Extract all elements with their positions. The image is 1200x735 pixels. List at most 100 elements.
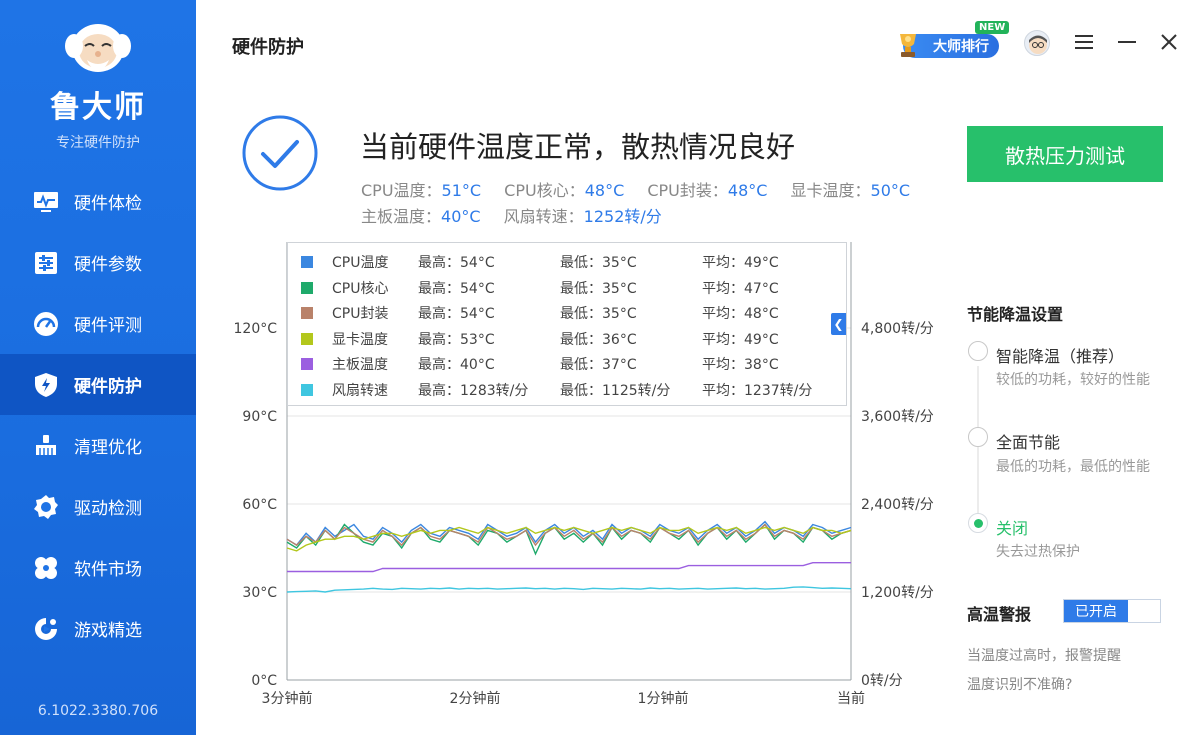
close-button[interactable] [1157,30,1181,54]
minimize-icon [1118,41,1136,43]
option-label-full-power-saving[interactable]: 全面节能 [996,429,1060,453]
legend-avg: 平均：49°C [702,255,779,271]
legend-max: 最高：54°C [418,255,495,271]
legend-row-fan-speed: 风扇转速 最高：1283转/分 最低：1125转/分 平均：1237转/分 [288,380,848,400]
radio-off[interactable] [968,513,988,533]
menu-button[interactable] [1072,30,1096,54]
sidebar-item-label: 硬件评测 [74,316,142,336]
reading-label: CPU温度： [361,181,442,200]
x-tick-label: 当前 [837,690,865,707]
sidebar-item-hardware-benchmark[interactable]: 硬件评测 [0,293,196,354]
master-lu-logo-icon [65,24,131,72]
reading-value: 48°C [584,181,625,200]
parameters-icon [32,249,60,277]
legend-max: 最高：1283转/分 [418,383,529,399]
temperature-inaccurate-link[interactable]: 温度识别不准确? [967,674,1072,694]
sidebar: 鲁大师 专注硬件防护 硬件体检 硬件参数 硬件评测 硬件防护 清理优化 驱动检测… [0,0,196,735]
gamepad-icon [32,615,60,643]
master-ranking-button[interactable]: 大师排行 NEW [893,21,1010,60]
legend-min: 最低：35°C [560,306,637,322]
sidebar-item-label: 驱动检测 [74,499,142,519]
y-right-tick-label: 0转/分 [861,673,903,689]
app-name: 鲁大师 [50,90,146,125]
sidebar-item-label: 游戏精选 [74,621,142,641]
high-temp-alarm-title: 高温警报 [967,605,1032,624]
legend-min: 最低：37°C [560,357,637,373]
legend-avg: 平均：38°C [702,357,779,373]
legend-max: 最高：54°C [418,281,495,297]
sidebar-item-label: 软件市场 [74,560,142,580]
legend-row-gpu-temp: 显卡温度 最高：53°C 最低：36°C 平均：49°C [288,329,848,349]
legend-avg: 平均：48°C [702,306,779,322]
legend-max: 最高：54°C [418,306,495,322]
legend-name: CPU封装 [332,306,389,322]
legend-row-cpu-package: CPU封装 最高：54°C 最低：35°C 平均：48°C [288,303,848,323]
y-right-tick-label: 1,200转/分 [861,585,934,601]
page-title: 硬件防护 [232,37,304,58]
toggle-on-label: 已开启 [1064,600,1128,622]
reading-cpu-core: CPU核心：48°C [504,181,624,200]
temperature-readings-row-2: 主板温度：40°C 风扇转速：1252转/分 [361,203,680,227]
broom-icon [32,432,60,460]
legend-name: CPU温度 [332,255,389,271]
option-label-off[interactable]: 关闭 [996,515,1028,539]
sidebar-item-driver-check[interactable]: 驱动检测 [0,476,196,537]
option-desc-smart-cooling: 较低的功耗，较好的性能 [996,372,1150,388]
legend-max: 最高：40°C [418,357,495,373]
legend-name: 风扇转速 [332,383,388,399]
high-temp-alarm-toggle[interactable]: 已开启 [1063,599,1161,623]
clover-icon [32,554,60,582]
minimize-button[interactable] [1115,30,1139,54]
legend-min: 最低：36°C [560,332,637,348]
sidebar-item-hardware-protection[interactable]: 硬件防护 [0,354,196,415]
legend-min: 最低：1125转/分 [560,383,671,399]
reading-label: 主板温度： [361,207,442,226]
app-window: 鲁大师 专注硬件防护 硬件体检 硬件参数 硬件评测 硬件防护 清理优化 驱动检测… [0,0,1200,735]
legend-name: 显卡温度 [332,332,388,348]
status-ok-icon [242,115,318,191]
reading-gpu-temp: 显卡温度：50°C [791,181,911,200]
option-desc-full-power-saving: 最低的功耗，最低的性能 [996,459,1150,475]
reading-board-temp: 主板温度：40°C [361,207,481,226]
radio-full-power-saving[interactable] [968,427,988,447]
user-avatar[interactable] [1024,30,1050,56]
reading-value: 51°C [441,181,482,200]
legend-swatch [301,256,313,268]
sidebar-item-games[interactable]: 游戏精选 [0,598,196,659]
legend-swatch [301,384,313,396]
app-subtitle: 专注硬件防护 [56,135,140,151]
sidebar-item-label: 硬件体检 [74,194,142,214]
x-tick-label: 1分钟前 [638,690,689,707]
y-left-tick-label: 0°C [251,673,277,689]
sidebar-item-label: 清理优化 [74,438,142,458]
status-headline: 当前硬件温度正常，散热情况良好 [360,130,796,164]
sidebar-item-hardware-params[interactable]: 硬件参数 [0,232,196,293]
legend-avg: 平均：49°C [702,332,779,348]
legend-avg: 平均：1237转/分 [702,383,813,399]
series-line [286,523,852,556]
legend-swatch [301,282,313,294]
y-left-tick-label: 30°C [242,585,277,601]
x-tick-label: 3分钟前 [262,690,313,707]
stress-test-button[interactable]: 散热压力测试 [967,126,1163,182]
reading-label: CPU封装： [647,181,728,200]
y-right-tick-label: 4,800转/分 [861,321,934,337]
legend-row-cpu-core: CPU核心 最高：54°C 最低：35°C 平均：47°C [288,278,848,298]
sidebar-item-label: 硬件防护 [74,377,142,397]
option-label-smart-cooling[interactable]: 智能降温（推荐） [996,343,1124,367]
sidebar-item-hardware-check[interactable]: 硬件体检 [0,171,196,232]
new-badge: NEW [975,21,1010,34]
series-line [286,520,852,547]
gear-icon [32,493,60,521]
hamburger-menu-icon [1075,35,1093,49]
legend-name: CPU核心 [332,281,389,297]
option-desc-off: 失去过热保护 [996,544,1080,560]
sidebar-item-software-market[interactable]: 软件市场 [0,537,196,598]
legend-name: 主板温度 [332,357,388,373]
radio-smart-cooling[interactable] [968,341,988,361]
legend-row-board-temp: 主板温度 最高：40°C 最低：37°C 平均：38°C [288,354,848,374]
reading-fan-speed: 风扇转速：1252转/分 [504,207,662,226]
legend-collapse-button[interactable]: ❮ [831,313,846,335]
sidebar-item-cleanup[interactable]: 清理优化 [0,415,196,476]
legend-swatch [301,307,313,319]
